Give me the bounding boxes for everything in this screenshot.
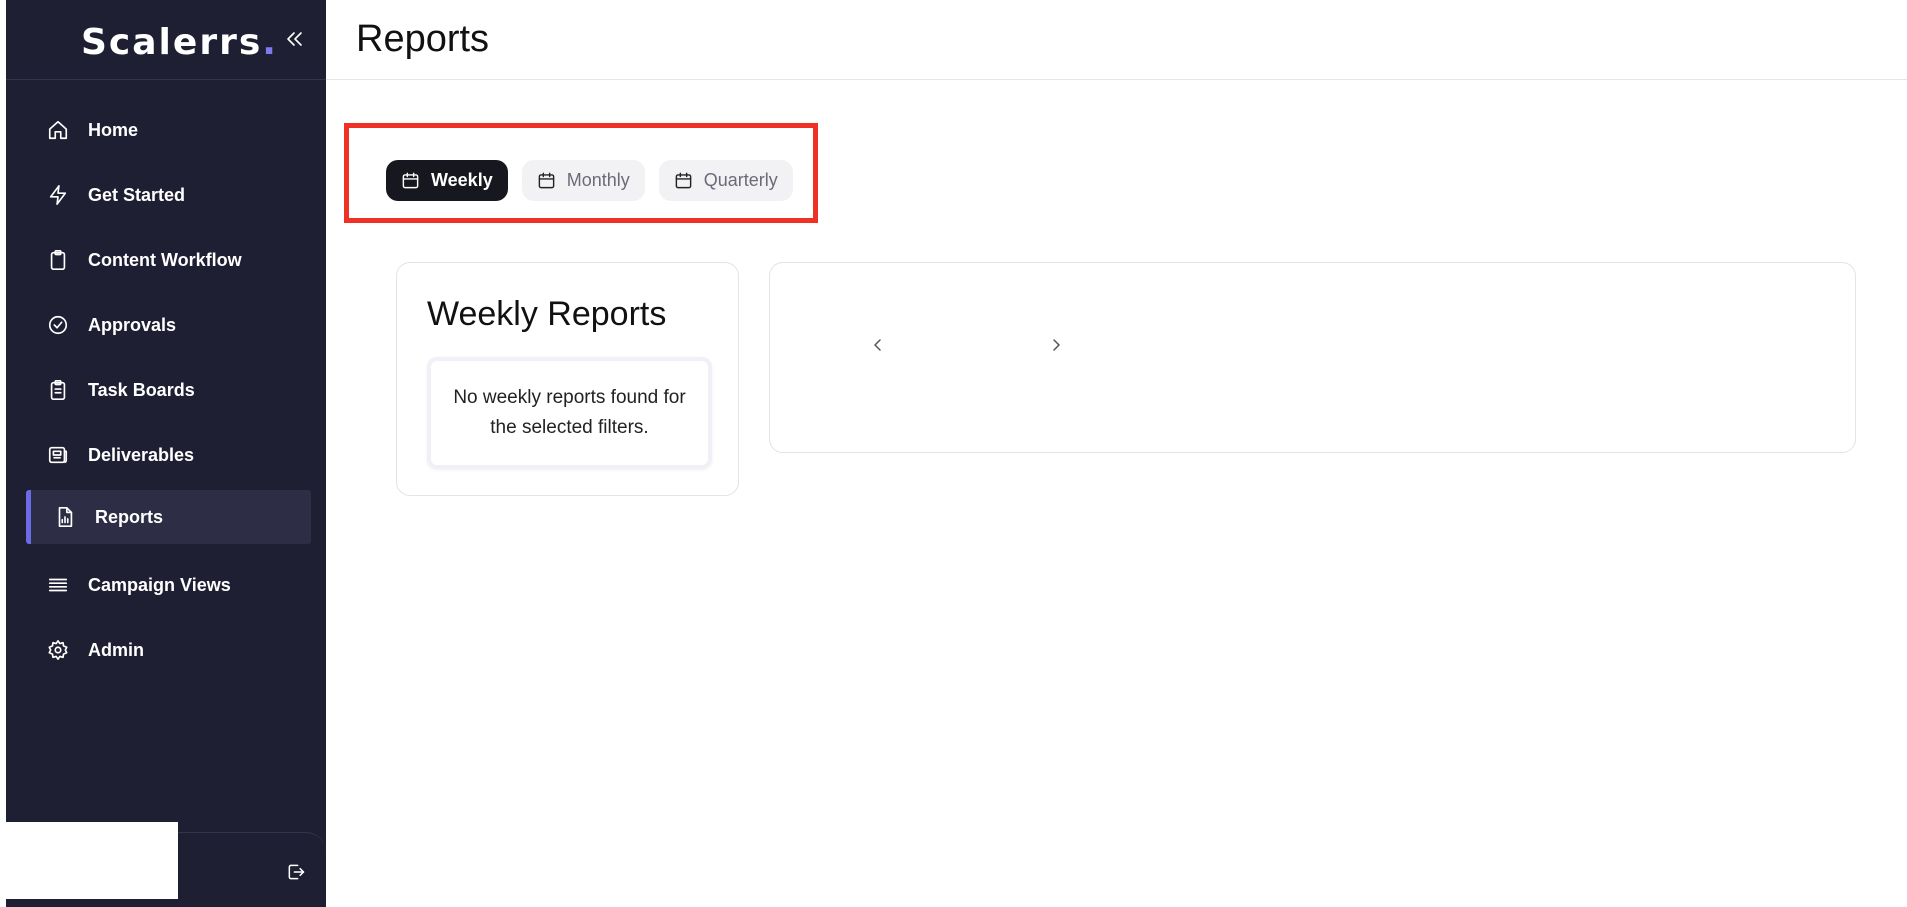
- gear-icon: [46, 638, 70, 662]
- calendar-icon: [401, 171, 421, 191]
- collapse-sidebar-icon[interactable]: [284, 28, 306, 50]
- reports-list-card: Weekly Reports No weekly reports found f…: [396, 262, 739, 496]
- sidebar-item-content-workflow[interactable]: Content Workflow: [26, 233, 311, 287]
- file-chart-icon: [53, 505, 77, 529]
- sidebar-item-task-boards[interactable]: Task Boards: [26, 363, 311, 417]
- brand-name-text: Scalerrs: [81, 22, 263, 63]
- home-icon: [46, 118, 70, 142]
- sidebar-item-label: Approvals: [88, 314, 177, 335]
- empty-state-message: No weekly reports found for the selected…: [427, 357, 712, 469]
- reports-list-title: Weekly Reports: [427, 295, 667, 333]
- sidebar-item-label: Campaign Views: [88, 574, 231, 595]
- calendar-icon: [674, 171, 694, 191]
- sidebar-item-label: Home: [88, 119, 139, 140]
- brand-logo[interactable]: Scalerrs.: [81, 22, 278, 63]
- sidebar-item-label: Content Workflow: [88, 249, 242, 270]
- sidebar: Scalerrs. Home Get Started Content Workf…: [6, 0, 326, 907]
- previous-period-icon[interactable]: [868, 335, 888, 355]
- calendar-icon: [537, 171, 557, 191]
- period-tabs: Weekly Monthly Quarterly: [386, 160, 807, 201]
- newspaper-icon: [46, 443, 70, 467]
- list-icon: [46, 573, 70, 597]
- sidebar-item-admin[interactable]: Admin: [26, 623, 311, 677]
- clipboard-icon: [46, 248, 70, 272]
- brand-dot: .: [262, 22, 278, 63]
- sidebar-item-deliverables[interactable]: Deliverables: [26, 428, 311, 482]
- app-root: Scalerrs. Home Get Started Content Workf…: [0, 0, 1907, 907]
- sidebar-item-campaign-views[interactable]: Campaign Views: [26, 558, 311, 612]
- tab-label: Monthly: [566, 170, 630, 190]
- top-bar: Reports: [326, 0, 1907, 80]
- report-detail-card: [769, 262, 1856, 453]
- logout-icon[interactable]: [286, 862, 308, 884]
- sidebar-item-home[interactable]: Home: [26, 103, 311, 157]
- tab-quarterly[interactable]: Quarterly: [658, 160, 793, 201]
- sidebar-item-label: Get Started: [88, 184, 186, 205]
- clipboard-list-icon: [46, 378, 70, 402]
- brand-header: Scalerrs.: [6, 0, 326, 80]
- tab-label: Weekly: [431, 170, 493, 190]
- sidebar-item-get-started[interactable]: Get Started: [26, 168, 311, 222]
- sidebar-item-label: Deliverables: [88, 444, 195, 465]
- sidebar-item-reports[interactable]: Reports: [26, 490, 311, 544]
- user-profile-area[interactable]: [0, 822, 178, 899]
- page-title: Reports: [356, 18, 490, 60]
- sidebar-item-approvals[interactable]: Approvals: [26, 298, 311, 352]
- check-circle-icon: [46, 313, 70, 337]
- tab-monthly[interactable]: Monthly: [521, 160, 645, 201]
- lightning-icon: [46, 183, 70, 207]
- sidebar-item-label: Task Boards: [88, 379, 195, 400]
- tab-label: Quarterly: [703, 170, 778, 190]
- sidebar-item-label: Reports: [95, 506, 164, 527]
- tab-weekly[interactable]: Weekly: [386, 160, 508, 201]
- sidebar-item-label: Admin: [88, 639, 144, 660]
- next-period-icon[interactable]: [1046, 335, 1066, 355]
